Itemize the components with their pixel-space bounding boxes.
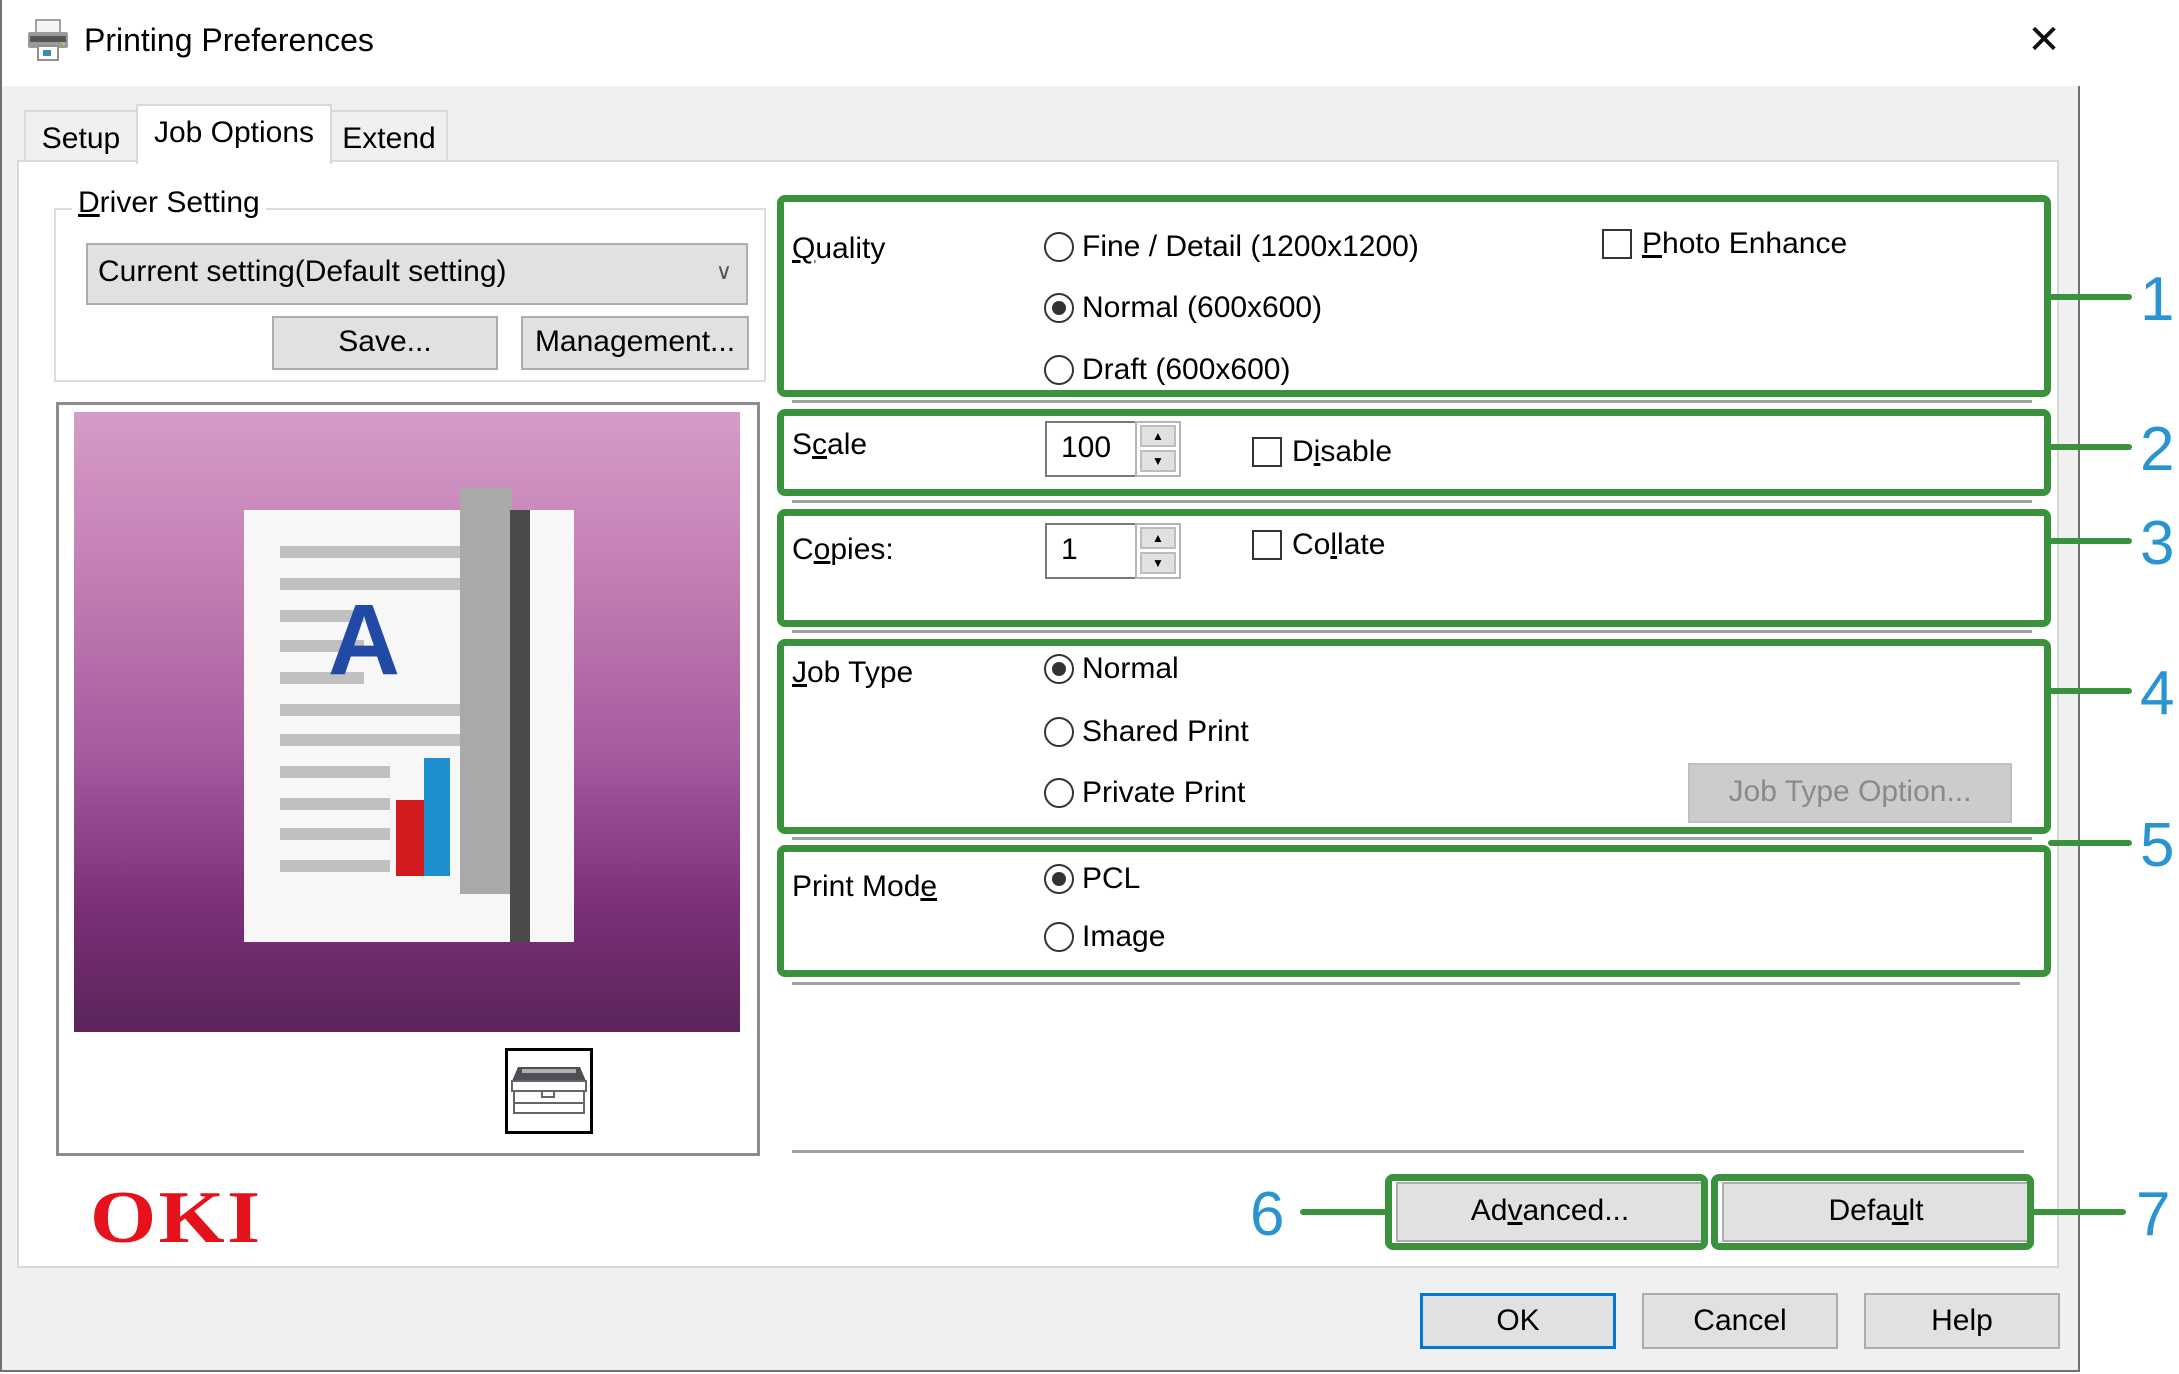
- callout-line-2: [2048, 444, 2132, 450]
- separator: [792, 400, 2032, 403]
- callout-line-5: [2048, 840, 2132, 846]
- save-button-label: Save...: [338, 325, 432, 358]
- separator: [792, 630, 2032, 633]
- close-icon: ✕: [2027, 18, 2061, 62]
- callout-line-7: [2031, 1209, 2126, 1215]
- separator: [792, 1150, 2024, 1153]
- callout-line-3: [2048, 538, 2132, 544]
- window-title: Printing Preferences: [84, 22, 374, 58]
- printer-icon: [28, 19, 68, 61]
- management-button[interactable]: Management...: [521, 316, 749, 370]
- document-preview-icon: A: [244, 488, 574, 942]
- cancel-label: Cancel: [1693, 1304, 1787, 1337]
- callout-box-copies: [777, 509, 2051, 627]
- driver-setting-legend: Driver Setting: [72, 186, 266, 220]
- help-label: Help: [1931, 1304, 1993, 1337]
- tab-setup[interactable]: Setup: [24, 110, 138, 162]
- callout-box-job-type: [777, 639, 2051, 834]
- callout-number-1: 1: [2140, 265, 2175, 334]
- callout-number-2: 2: [2140, 415, 2175, 484]
- callout-line-6: [1300, 1209, 1388, 1215]
- separator: [792, 500, 2032, 503]
- close-button[interactable]: ✕: [2024, 18, 2064, 62]
- chevron-down-icon: ∨: [715, 259, 732, 284]
- callout-box-print-mode: [777, 845, 2051, 977]
- callout-box-scale: [777, 409, 2051, 496]
- paper-tray-button[interactable]: [505, 1048, 593, 1134]
- ok-label: OK: [1496, 1304, 1540, 1337]
- ok-button[interactable]: OK: [1420, 1293, 1616, 1349]
- callout-box-advanced: [1385, 1174, 1708, 1250]
- help-button[interactable]: Help: [1864, 1293, 2060, 1349]
- tab-setup-label: Setup: [41, 122, 121, 155]
- separator: [792, 982, 2020, 985]
- callout-box-default: [1711, 1174, 2034, 1250]
- driver-setting-dropdown[interactable]: Current setting(Default setting) ∨: [86, 243, 748, 305]
- callout-line-4: [2048, 688, 2132, 694]
- callout-number-4: 4: [2140, 659, 2175, 728]
- callout-number-3: 3: [2140, 509, 2175, 578]
- callout-box-quality: [777, 195, 2051, 397]
- tab-job-options[interactable]: Job Options: [136, 104, 332, 164]
- callout-number-7: 7: [2136, 1180, 2171, 1249]
- paper-tray-icon: [511, 1067, 587, 1114]
- driver-setting-value: Current setting(Default setting): [98, 255, 507, 288]
- tab-job-options-label: Job Options: [153, 116, 315, 149]
- tab-extend[interactable]: Extend: [330, 110, 448, 162]
- save-button[interactable]: Save...: [272, 316, 498, 370]
- cancel-button[interactable]: Cancel: [1642, 1293, 1838, 1349]
- svg-text:A: A: [328, 584, 400, 696]
- callout-number-6: 6: [1250, 1180, 1285, 1249]
- document-preview-image: A: [74, 412, 740, 1032]
- title-bar: Printing Preferences ✕: [2, 0, 2080, 86]
- separator: [792, 837, 2032, 840]
- callout-line-1: [2048, 294, 2132, 300]
- callout-number-5: 5: [2140, 811, 2175, 880]
- oki-logo: OKI: [90, 1177, 263, 1259]
- management-button-label: Management...: [534, 325, 736, 358]
- tab-extend-label: Extend: [342, 122, 436, 155]
